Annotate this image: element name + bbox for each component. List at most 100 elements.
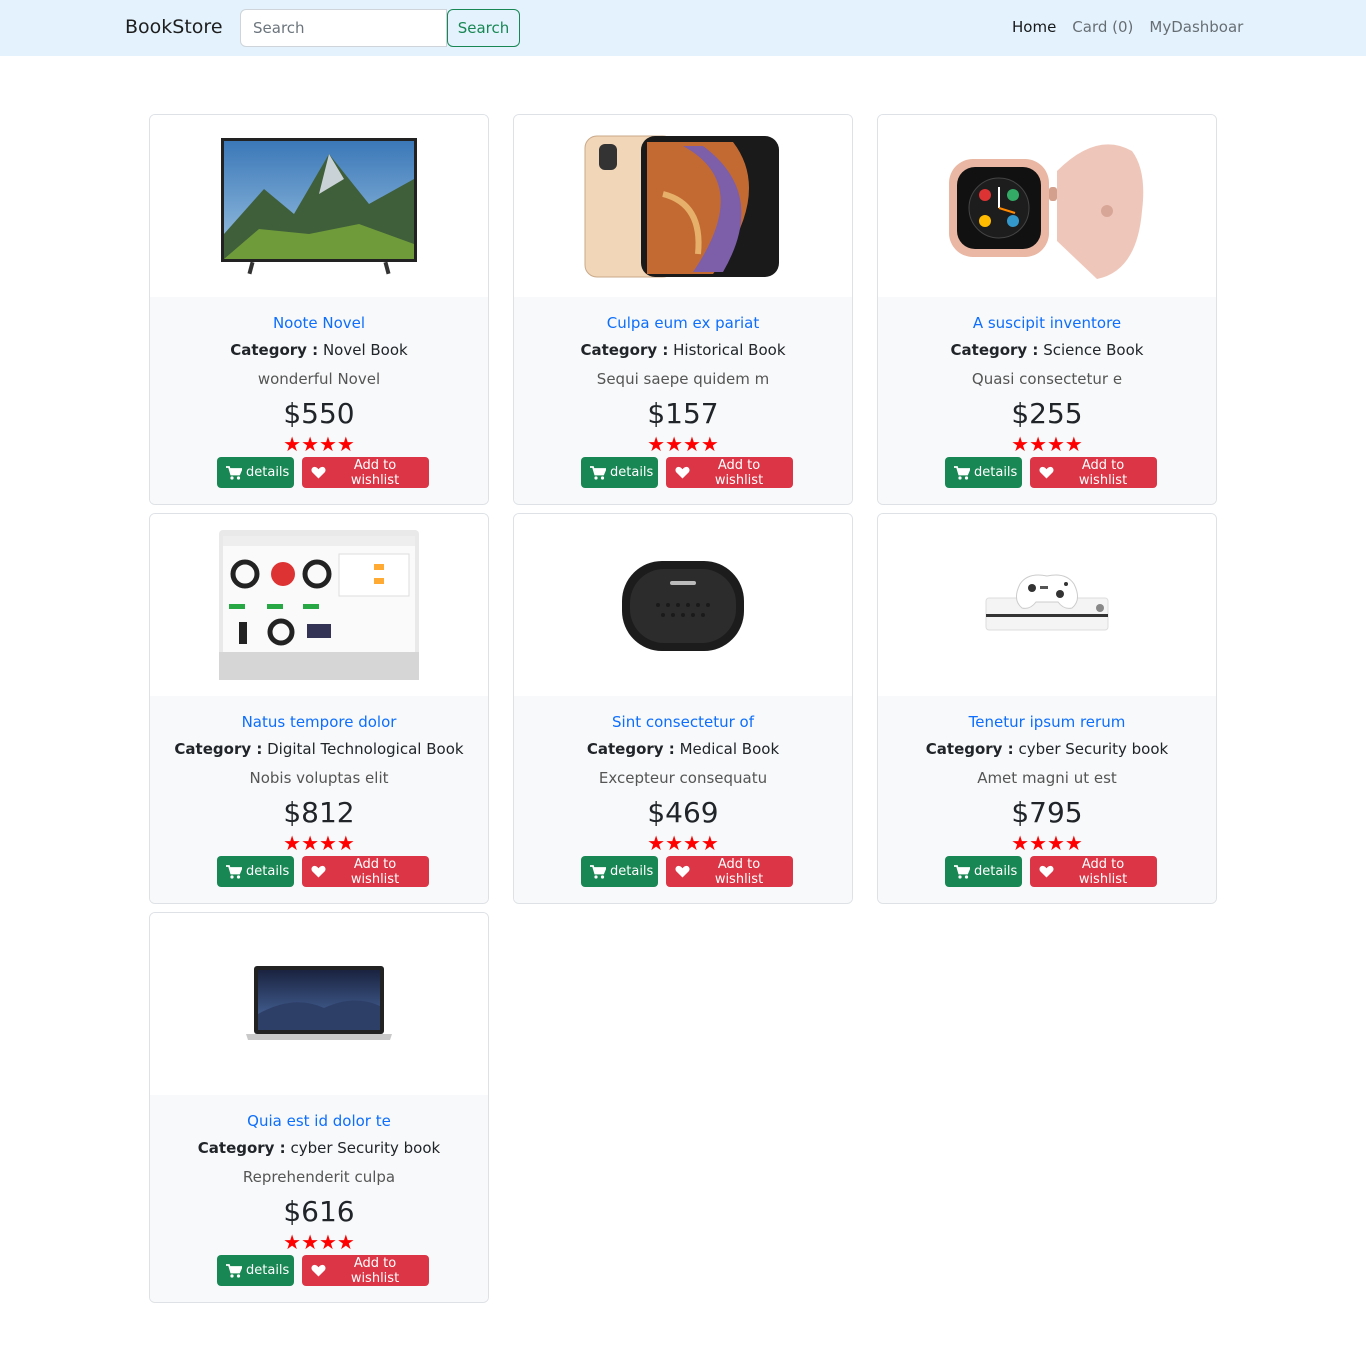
product-description: Excepteur consequatu [598,769,768,787]
product-image[interactable] [150,913,488,1095]
category-value: Medical Book [679,740,780,758]
product-card: Sint consectetur of Category : Medical B… [513,513,853,904]
tv-icon [221,137,417,274]
wishlist-label: Add to wishlist [1078,856,1128,887]
search-button[interactable]: Search [447,9,520,47]
cart-icon [226,1263,242,1278]
product-title[interactable]: Quia est id dolor te [150,1112,488,1130]
product-price: $550 [283,397,355,430]
product-category: Category : Science Book [878,341,1216,359]
nav-home-link[interactable]: Home [1012,18,1056,36]
product-image[interactable] [150,514,488,696]
add-to-wishlist-button[interactable]: Add to wishlist [666,856,793,887]
category-value: Novel Book [322,341,408,359]
heart-icon [311,1264,326,1277]
details-button[interactable]: details [945,457,1022,488]
details-button[interactable]: details [217,856,294,887]
product-card-body: Culpa eum ex pariat Category : Historica… [514,297,852,504]
heart-icon [311,466,326,479]
details-button[interactable]: details [581,856,658,887]
product-category: Category : cyber Security book [878,740,1216,758]
product-card-body: Natus tempore dolor Category : Digital T… [150,696,488,903]
laptop-icon [246,966,392,1040]
cart-icon [954,465,970,480]
product-image[interactable] [514,514,852,696]
card-actions: details Add to wishlist [945,457,1157,488]
product-card-body: Quia est id dolor te Category : cyber Se… [150,1095,488,1302]
product-price: $157 [647,397,719,430]
details-label: details [974,864,1018,879]
product-title[interactable]: Natus tempore dolor [150,713,488,731]
cart-icon [590,465,606,480]
product-image[interactable] [514,115,852,297]
product-image[interactable] [878,514,1216,696]
card-actions: details Add to wishlist [217,1255,429,1286]
cart-icon [590,864,606,879]
rating-stars: ★★★★ [1011,831,1083,855]
add-to-wishlist-button[interactable]: Add to wishlist [666,457,793,488]
rating-stars: ★★★★ [647,432,719,456]
add-to-wishlist-button[interactable]: Add to wishlist [302,856,429,887]
wishlist-label: Add to wishlist [350,856,400,887]
category-label: Category : [950,341,1039,359]
category-value: Historical Book [673,341,786,359]
add-to-wishlist-button[interactable]: Add to wishlist [302,1255,429,1286]
add-to-wishlist-button[interactable]: Add to wishlist [1030,856,1157,887]
brand-logo[interactable]: BookStore [125,16,223,38]
product-description: Nobis voluptas elit [249,769,389,787]
product-title[interactable]: A suscipit inventore [878,314,1216,332]
product-description: Amet magni ut est [977,769,1117,787]
product-category: Category : Historical Book [514,341,852,359]
cart-icon [226,465,242,480]
card-actions: details Add to wishlist [217,856,429,887]
wishlist-label: Add to wishlist [350,457,400,488]
nav-links: Home Card (0) MyDashboar [1012,18,1243,36]
product-image[interactable] [150,115,488,297]
product-card: Quia est id dolor te Category : cyber Se… [149,912,489,1303]
product-card: Tenetur ipsum rerum Category : cyber Sec… [877,513,1217,904]
search-input[interactable] [240,9,447,47]
product-title[interactable]: Tenetur ipsum rerum [878,713,1216,731]
watch-icon [949,144,1144,279]
category-label: Category : [586,740,675,758]
add-to-wishlist-button[interactable]: Add to wishlist [302,457,429,488]
product-price: $255 [1011,397,1083,430]
category-value: Digital Technological Book [267,740,464,758]
phone-icon [584,135,779,277]
nav-cart-link[interactable]: Card (0) [1072,18,1133,36]
details-label: details [610,465,654,480]
details-button[interactable]: details [217,457,294,488]
wishlist-label: Add to wishlist [350,1255,400,1286]
heart-icon [1039,466,1054,479]
details-label: details [246,1263,290,1278]
details-button[interactable]: details [945,856,1022,887]
product-title[interactable]: Sint consectetur of [514,713,852,731]
details-button[interactable]: details [581,457,658,488]
navbar: BookStore Search Home Card (0) MyDashboa… [0,0,1366,56]
product-price: $469 [647,796,719,829]
add-to-wishlist-button[interactable]: Add to wishlist [1030,457,1157,488]
details-button[interactable]: details [217,1255,294,1286]
rating-stars: ★★★★ [283,831,355,855]
card-actions: details Add to wishlist [581,457,793,488]
category-value: cyber Security book [290,1139,441,1157]
rating-stars: ★★★★ [1011,432,1083,456]
console-icon [985,574,1109,631]
product-title[interactable]: Culpa eum ex pariat [514,314,852,332]
category-label: Category : [174,740,263,758]
category-value: cyber Security book [1018,740,1169,758]
nav-dashboard-link[interactable]: MyDashboar [1149,18,1243,36]
product-title[interactable]: Noote Novel [150,314,488,332]
product-image[interactable] [878,115,1216,297]
product-description: wonderful Novel [257,370,381,388]
category-label: Category : [230,341,319,359]
product-category: Category : cyber Security book [150,1139,488,1157]
category-label: Category : [580,341,669,359]
card-actions: details Add to wishlist [581,856,793,887]
product-card-body: Noote Novel Category : Novel Book wonder… [150,297,488,504]
product-card-body: Sint consectetur of Category : Medical B… [514,696,852,903]
pos-screen-icon [219,530,419,680]
product-price: $795 [1011,796,1083,829]
product-description: Quasi consectetur e [971,370,1123,388]
product-card: Noote Novel Category : Novel Book wonder… [149,114,489,505]
